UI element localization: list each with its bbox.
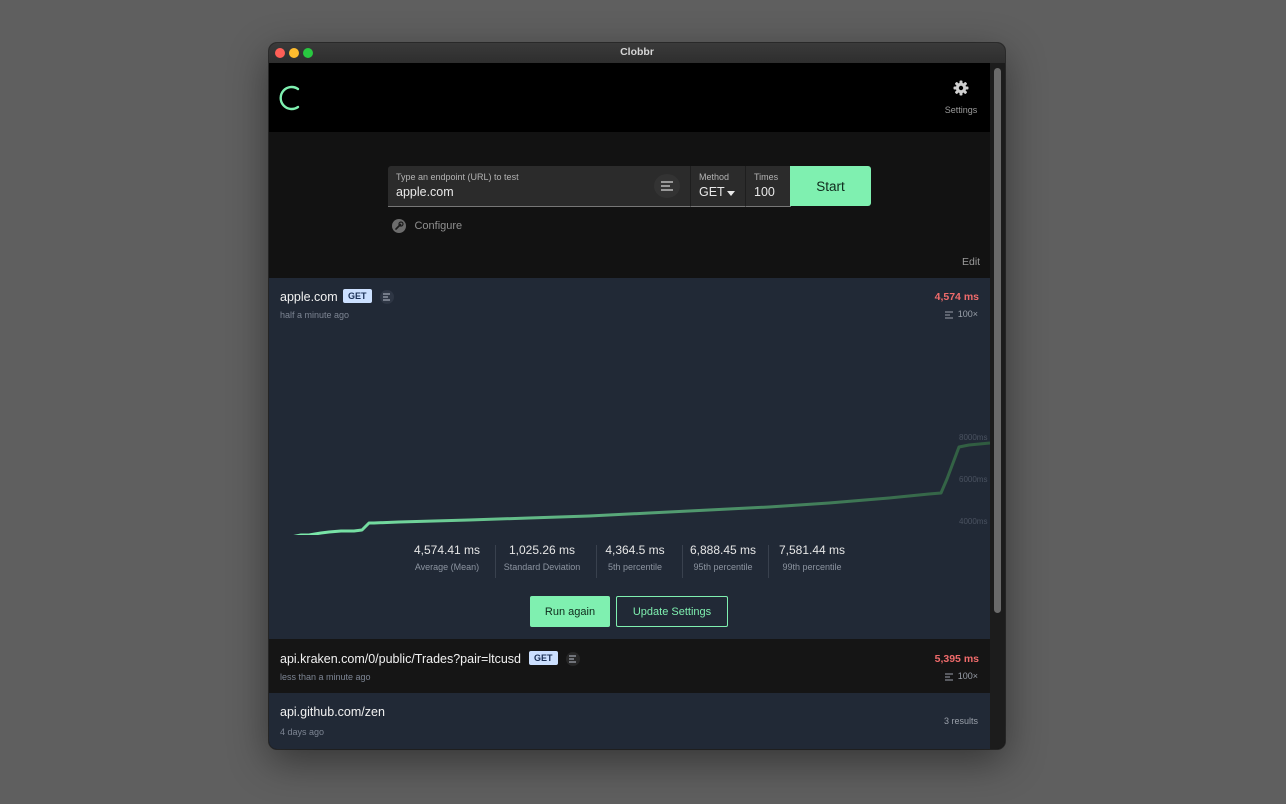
configure-label: Configure [414, 219, 463, 232]
list-icon [383, 293, 390, 301]
stat-p5: 4,364.5 ms 5th percentile [599, 543, 671, 572]
result-duration: 5,395 ms [934, 653, 979, 665]
result-iterations: 100× [944, 309, 978, 319]
clobbr-logo-icon [279, 85, 300, 111]
method-label: Method [699, 172, 730, 182]
result-time-ago: 4 days ago [280, 727, 325, 737]
stat-divider [768, 545, 769, 578]
stat-label: 99th percentile [782, 562, 842, 572]
stat-divider [682, 545, 683, 578]
stat-p95: 6,888.45 ms 95th percentile [685, 543, 761, 572]
stat-divider [596, 545, 597, 578]
settings-label: Settings [944, 105, 978, 115]
edit-button[interactable]: Edit [962, 256, 980, 268]
list-icon [944, 311, 953, 319]
method-value[interactable]: GET [699, 185, 725, 199]
caret-down-icon [727, 191, 735, 196]
stat-value: 4,574.41 ms [413, 543, 481, 557]
stat-mean: 4,574.41 ms Average (Mean) [407, 543, 487, 572]
scrollbar-thumb[interactable] [994, 68, 1001, 613]
stat-label: Average (Mean) [414, 562, 480, 572]
stat-value: 4,364.5 ms [605, 543, 665, 557]
response-time-chart: 8000ms 6000ms 4000ms 2000ms [293, 433, 990, 535]
times-label: Times [754, 172, 779, 182]
result-time-ago: half a minute ago [280, 310, 350, 320]
stat-value: 6,888.45 ms [689, 543, 757, 557]
list-icon [569, 655, 576, 663]
list-icon [661, 181, 673, 191]
result-url[interactable]: api.kraken.com/0/public/Trades?pair=ltcu… [280, 652, 521, 666]
result-time-ago: less than a minute ago [280, 672, 371, 682]
result-card-apple[interactable]: apple.com GET half a minute ago 4,574 ms… [269, 278, 990, 639]
result-count: 3 results [943, 716, 978, 726]
y-tick-label: 6000ms [959, 475, 987, 484]
stat-label: Standard Deviation [503, 562, 581, 572]
stat-label: 5th percentile [607, 562, 663, 572]
result-iterations: 100× [944, 671, 978, 681]
url-history-button[interactable] [654, 174, 680, 198]
method-badge: GET [343, 289, 372, 303]
url-input[interactable]: Type an endpoint (URL) to test apple.com [388, 166, 690, 207]
result-url[interactable]: apple.com [280, 290, 338, 304]
result-url[interactable]: api.github.com/zen [280, 705, 385, 719]
stat-value: 7,581.44 ms [778, 543, 846, 557]
app-window: Clobbr Settings Type an endpoint (URL) t… [269, 43, 1005, 749]
gear-icon [953, 80, 969, 96]
iterations-value: 100× [957, 671, 978, 681]
method-badge: GET [529, 651, 558, 665]
response-time-line [293, 441, 990, 535]
method-select[interactable]: Method GET [690, 166, 745, 207]
stat-value: 1,025.26 ms [508, 543, 576, 557]
run-again-button[interactable]: Run again [530, 596, 610, 627]
list-icon [944, 673, 953, 681]
wrench-icon [392, 218, 406, 233]
y-tick-label: 8000ms [959, 433, 987, 442]
url-input-value[interactable]: apple.com [396, 185, 454, 199]
result-log-button[interactable] [566, 652, 580, 666]
start-button[interactable]: Start [790, 166, 871, 206]
result-duration: 4,574 ms [934, 291, 979, 303]
scrollbar[interactable] [990, 63, 1005, 749]
stat-divider [495, 545, 496, 578]
window-title: Clobbr [620, 46, 654, 58]
times-input[interactable]: Times 100 [745, 166, 791, 207]
result-row-github[interactable]: api.github.com/zen 4 days ago 3 results [269, 693, 990, 749]
test-form: Type an endpoint (URL) to test apple.com… [269, 132, 990, 278]
result-row-kraken[interactable]: api.kraken.com/0/public/Trades?pair=ltcu… [269, 639, 990, 693]
main-content: Settings Type an endpoint (URL) to test … [269, 63, 990, 749]
result-log-button[interactable] [380, 290, 394, 304]
settings-button[interactable]: Settings [939, 80, 983, 115]
stat-label: 95th percentile [693, 562, 753, 572]
stat-p99: 7,581.44 ms 99th percentile [773, 543, 851, 572]
times-value[interactable]: 100 [754, 185, 775, 199]
iterations-value: 100× [957, 309, 978, 319]
app-header: Settings [269, 63, 990, 132]
update-settings-button[interactable]: Update Settings [616, 596, 728, 627]
title-bar: Clobbr [269, 43, 1005, 64]
url-input-label: Type an endpoint (URL) to test [396, 172, 519, 182]
stat-std-dev: 1,025.26 ms Standard Deviation [499, 543, 585, 572]
configure-button[interactable]: Configure [392, 217, 462, 235]
y-tick-label: 4000ms [959, 517, 987, 526]
